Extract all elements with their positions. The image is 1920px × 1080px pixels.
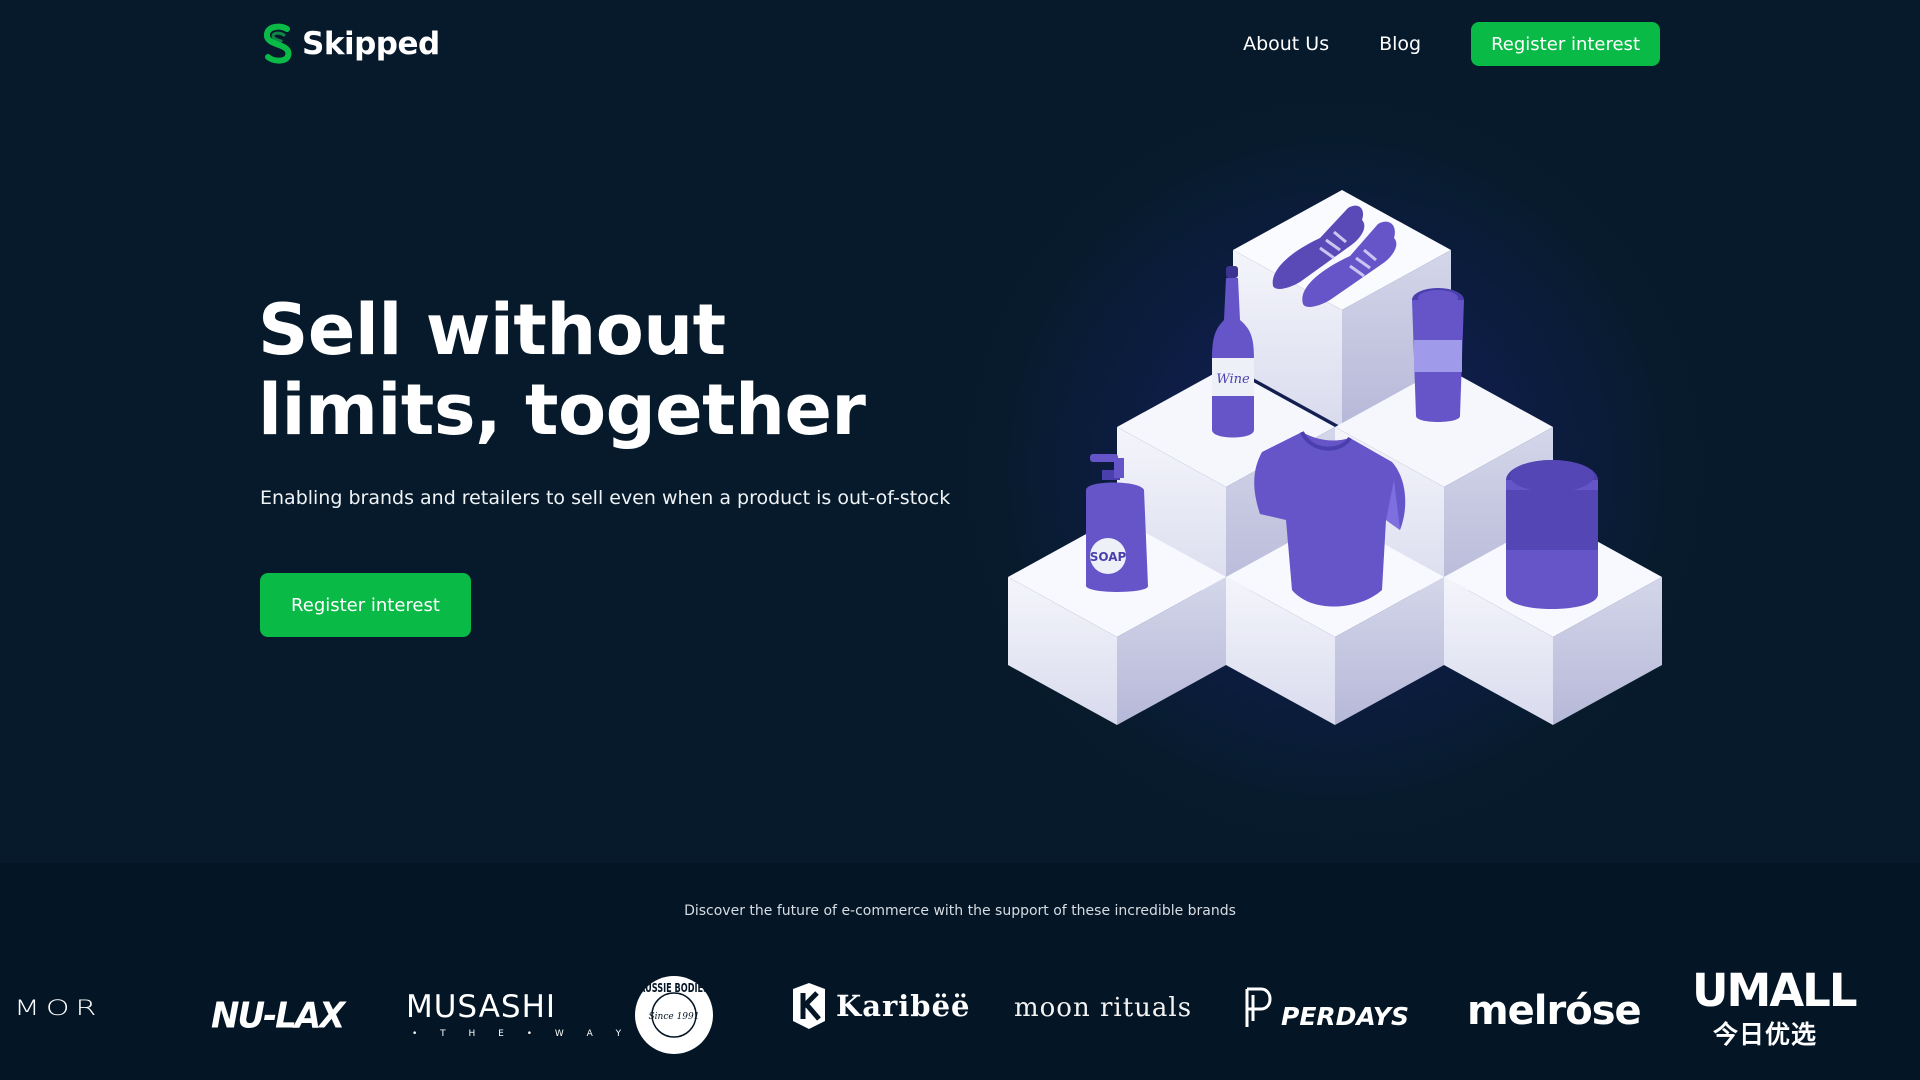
hero-headline: Sell without limits, together (258, 290, 958, 450)
brands-section: Discover the future of e-commerce with t… (0, 863, 1920, 1080)
brand-logo-moon-rituals: moon rituals (1014, 993, 1193, 1023)
logo[interactable]: Skipped (260, 22, 440, 66)
site-header: Skipped About Us Blog Register interest (260, 22, 1660, 66)
aussie-bodies-since: Since 1991 (649, 1012, 700, 1022)
jar-illustration (1506, 460, 1598, 609)
brand-logo-musashi-tagline: • T H E • W A Y • (412, 1029, 660, 1039)
brand-logo-melrose: melróse (1467, 988, 1642, 1034)
soap-label: SOAP (1090, 550, 1127, 564)
nav-blog[interactable]: Blog (1379, 33, 1421, 55)
skipped-s-logo-icon (263, 23, 292, 64)
main-nav: About Us Blog Register interest (1243, 22, 1660, 66)
headline-line-1: Sell without (258, 289, 726, 371)
nav-about-us[interactable]: About Us (1243, 33, 1329, 55)
brand-logo-musashi: MUSASHI (406, 989, 557, 1025)
logo-text: Skipped (302, 26, 440, 62)
wine-label: Wine (1216, 372, 1250, 387)
products-on-cubes-illustration: Wine SOAP (1008, 190, 1662, 725)
brands-caption: Discover the future of e-commerce with t… (684, 903, 1236, 919)
headline-line-2: limits, together (258, 369, 866, 451)
karibee-k-icon (793, 983, 825, 1029)
brand-logo-nulax: NU-LAX (211, 995, 345, 1037)
brand-logo-mor: MOR (14, 996, 103, 1021)
brand-logo-umall: UMALL (1692, 964, 1857, 1017)
brand-logo-karibee: Karibëë (836, 989, 971, 1023)
brand-logo-aussie-bodies: AUSSIE BODIES Since 1991 (635, 976, 713, 1054)
brand-logo-perdays: PERDAYS (1281, 1002, 1409, 1031)
coffee-cup-illustration (1412, 288, 1464, 422)
hero-subline: Enabling brands and retailers to sell ev… (260, 487, 951, 509)
header-register-interest-button[interactable]: Register interest (1471, 22, 1660, 66)
hero-register-interest-button[interactable]: Register interest (260, 573, 471, 637)
brand-logo-umall-chinese: 今日优选 (1713, 1020, 1818, 1049)
aussie-bodies-text: AUSSIE BODIES (639, 981, 709, 995)
perdays-p-icon (1245, 987, 1272, 1027)
